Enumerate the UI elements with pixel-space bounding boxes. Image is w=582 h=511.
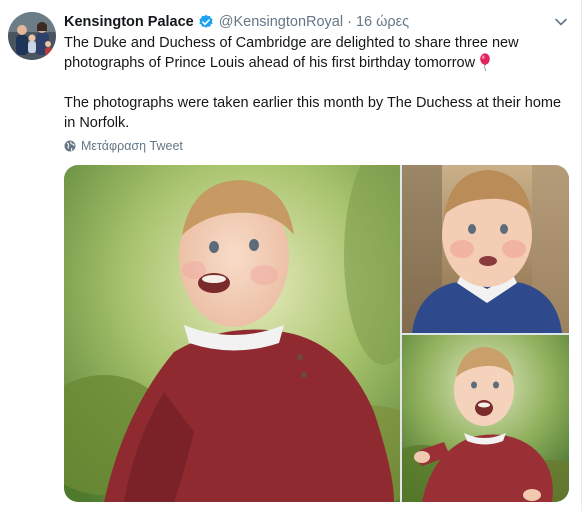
photo-bottom-right[interactable] [402, 335, 569, 502]
translate-tweet-link[interactable]: Μετάφραση Tweet [64, 138, 183, 154]
balloon-emoji-icon [479, 53, 491, 72]
photo-grid [64, 165, 569, 502]
tweet-timestamp[interactable]: 16 ώρες [356, 14, 409, 30]
avatar-photo [8, 12, 56, 60]
header-separator: · [347, 14, 352, 30]
globe-icon [64, 140, 76, 152]
tweet-paragraph-1-text: The Duke and Duchess of Cambridge are de… [64, 35, 519, 71]
translate-label: Μετάφραση Tweet [81, 139, 183, 153]
photo-top-right[interactable] [402, 165, 569, 333]
tweet-header: Kensington Palace @KensingtonRoyal · 16 … [64, 12, 541, 32]
tweet-paragraph: The Duke and Duchess of Cambridge are de… [64, 33, 564, 73]
author-handle[interactable]: @KensingtonRoyal [219, 14, 343, 30]
photo-large[interactable] [64, 165, 400, 502]
tweet-card[interactable]: Kensington Palace @KensingtonRoyal · 16 … [0, 0, 582, 511]
verified-badge-icon [198, 14, 214, 30]
avatar[interactable] [8, 12, 56, 60]
author-name[interactable]: Kensington Palace [64, 14, 194, 30]
tweet-paragraph: The photographs were taken earlier this … [64, 95, 562, 131]
tweet-text: The Duke and Duchess of Cambridge are de… [64, 33, 564, 133]
chevron-down-icon[interactable] [553, 14, 569, 30]
